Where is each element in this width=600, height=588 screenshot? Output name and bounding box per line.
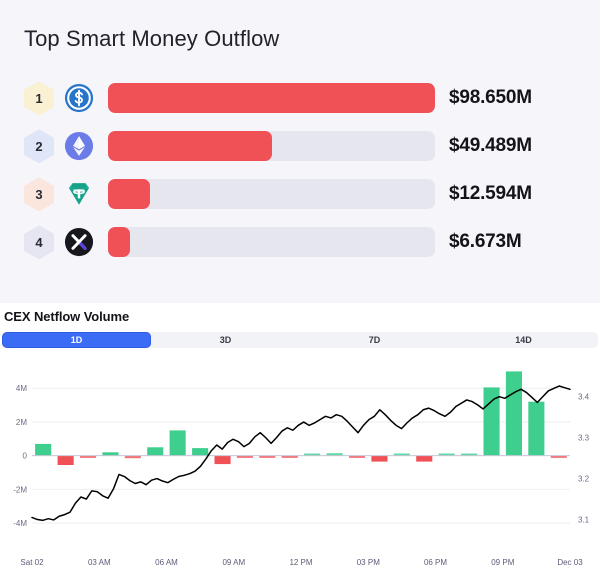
- netflow-bar: [528, 402, 544, 456]
- tether-gold-icon[interactable]: [64, 179, 94, 209]
- outflow-bar-fill: [108, 83, 435, 113]
- outflow-row[interactable]: 2 $49.489M: [0, 122, 600, 170]
- y-axis-right-tick: 3.3: [578, 434, 590, 443]
- smart-money-outflow-card: Top Smart Money Outflow 1 $98.650M 2 $49.48…: [0, 0, 600, 303]
- y-axis-right-tick: 3.4: [578, 393, 590, 402]
- netflow-title: CEX Netflow Volume: [0, 303, 600, 324]
- outflow-bar-track: [108, 83, 435, 113]
- x-axis-tick: Sat 02: [20, 558, 44, 567]
- y-axis-left-tick: 0: [23, 452, 28, 461]
- netflow-bars: [35, 371, 567, 465]
- netflow-bar: [416, 456, 432, 462]
- netflow-bar: [35, 444, 51, 456]
- x-axis-tick: 03 AM: [88, 558, 111, 567]
- usdc-icon[interactable]: [64, 83, 94, 113]
- rank-badge: 2: [24, 129, 54, 163]
- x-axis-tick: Dec 03: [557, 558, 583, 567]
- outflow-amount: $98.650M: [449, 87, 532, 109]
- rank-badge: 3: [24, 177, 54, 211]
- x-axis-tick: 03 PM: [357, 558, 380, 567]
- x-axis-tick: 09 AM: [222, 558, 245, 567]
- tab-1d[interactable]: 1D: [2, 332, 151, 348]
- rank-badge: 1: [24, 81, 54, 115]
- x-axis-tick: 12 PM: [289, 558, 312, 567]
- y-axis-left-tick: 4M: [16, 384, 27, 393]
- outflow-bar-track: [108, 179, 435, 209]
- cex-netflow-card: CEX Netflow Volume 1D3D7D14D 4M 2M 0 -2M -4M…: [0, 303, 600, 577]
- outflow-row[interactable]: 3 $12.594M: [0, 170, 600, 218]
- x-axis-tick: 06 PM: [424, 558, 447, 567]
- ethereum-icon[interactable]: [64, 131, 94, 161]
- rank-number: 2: [35, 139, 42, 154]
- outflow-row[interactable]: 1 $98.650M: [0, 74, 600, 122]
- netflow-bar: [215, 456, 231, 464]
- outflow-row[interactable]: 4 $6.673M: [0, 218, 600, 266]
- rank-badge: 4: [24, 225, 54, 259]
- y-axis-right-tick: 3.2: [578, 475, 590, 484]
- outflow-bar-fill: [108, 227, 130, 257]
- tab-7d[interactable]: 7D: [300, 332, 449, 348]
- timeframe-tabs[interactable]: 1D3D7D14D: [2, 332, 598, 348]
- netflow-chart-svg: 4M 2M 0 -2M -4M 3.4 3.3 3.2 3.1 Sat 02 03 AM 06 AM 0…: [0, 350, 600, 588]
- dashboard-page: Top Smart Money Outflow 1 $98.650M 2 $49.48…: [0, 0, 600, 577]
- outflow-rank-list: 1 $98.650M 2 $49.489M 3 $12.594M 4 $6.673M: [0, 74, 600, 266]
- netflow-bar: [506, 371, 522, 455]
- y-axis-left-tick: -4M: [13, 519, 27, 528]
- netflow-bar: [147, 447, 163, 455]
- outflow-bar-fill: [108, 131, 272, 161]
- netflow-bar: [371, 456, 387, 462]
- x-axis-tick: 06 AM: [155, 558, 178, 567]
- outflow-amount: $6.673M: [449, 231, 522, 253]
- rank-number: 1: [35, 91, 42, 106]
- netflow-bar: [192, 448, 208, 456]
- outflow-title: Top Smart Money Outflow: [0, 0, 600, 52]
- y-axis-left-tick: 2M: [16, 418, 27, 427]
- outflow-amount: $49.489M: [449, 135, 532, 157]
- rank-number: 4: [35, 235, 42, 250]
- outflow-bar-track: [108, 131, 435, 161]
- x-token-icon[interactable]: [64, 227, 94, 257]
- rank-number: 3: [35, 187, 42, 202]
- outflow-amount: $12.594M: [449, 183, 532, 205]
- netflow-bar: [58, 456, 74, 465]
- tab-14d[interactable]: 14D: [449, 332, 598, 348]
- y-axis-left-tick: -2M: [13, 485, 27, 494]
- tab-3d[interactable]: 3D: [151, 332, 300, 348]
- y-axis-right-tick: 3.1: [578, 516, 590, 525]
- outflow-bar-fill: [108, 179, 150, 209]
- netflow-chart: 4M 2M 0 -2M -4M 3.4 3.3 3.2 3.1 Sat 02 03 AM 06 AM 0…: [0, 350, 600, 588]
- outflow-bar-track: [108, 227, 435, 257]
- netflow-bar: [170, 430, 186, 455]
- x-axis-tick: 09 PM: [491, 558, 514, 567]
